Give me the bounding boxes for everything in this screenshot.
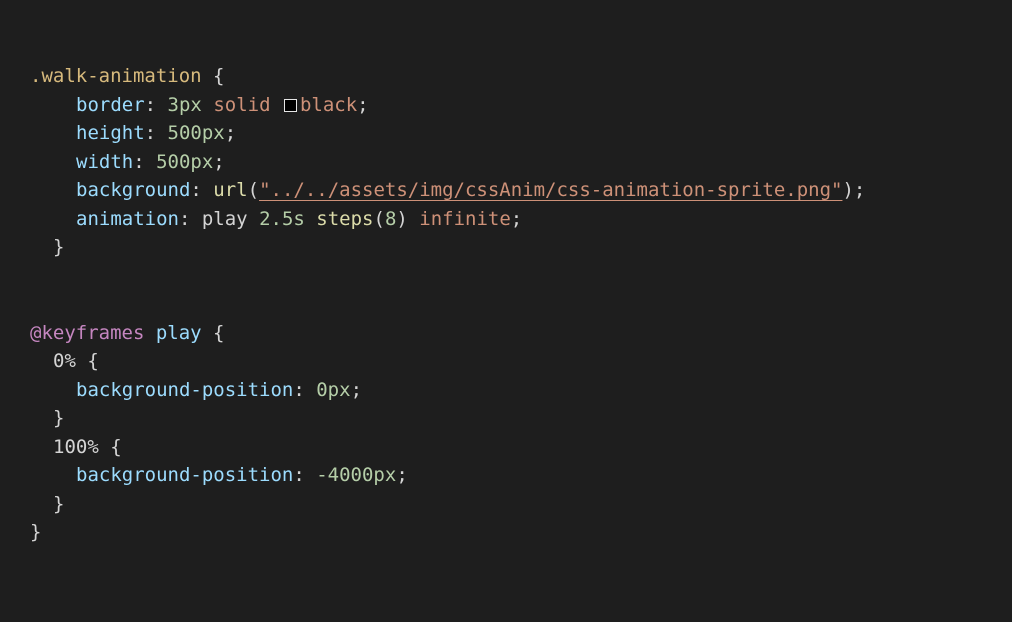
at-rule-keyword: @keyframes — [30, 321, 145, 344]
code-line-6: animation: play 2.5s steps(8) infinite; — [76, 207, 523, 230]
property-name: animation — [76, 207, 179, 230]
close-brace: } — [30, 521, 42, 543]
code-line-17: } — [30, 518, 865, 547]
animation-name: play — [201, 207, 248, 230]
property-name: height — [76, 122, 145, 144]
color-value: black — [299, 93, 358, 116]
property-name: width — [76, 150, 134, 173]
function-name: url — [213, 179, 248, 201]
css-selector: .walk-animation — [30, 65, 202, 87]
code-line-1: .walk-animation { — [30, 62, 865, 91]
code-line-13: } — [30, 404, 865, 433]
property-name: background-position — [76, 464, 294, 486]
property-name: background — [76, 179, 191, 201]
close-brace: } — [53, 236, 65, 258]
code-editor[interactable]: .walk-animation { border: 3px solid blac… — [0, 0, 1012, 622]
number-value: 8 — [384, 207, 397, 230]
code-line-4: width: 500px; — [76, 150, 225, 173]
property-name: background-position — [76, 378, 294, 401]
code-line-16: } — [30, 490, 865, 519]
number-value: -4000px — [316, 464, 397, 486]
keyframes-name: play — [155, 321, 202, 344]
property-name: border — [76, 93, 145, 116]
code-line-3: height: 500px; — [76, 122, 237, 144]
code-line-14: 100% { — [53, 435, 122, 458]
function-name: steps — [316, 207, 374, 230]
code-line-2: border: 3px solid black; — [76, 93, 369, 116]
code-line-7: } — [30, 233, 865, 262]
close-brace: } — [53, 492, 65, 515]
code-line-12: background-position: 0px; — [76, 378, 363, 401]
code-line-15: background-position: -4000px; — [76, 464, 408, 486]
number-value: 500px — [167, 122, 225, 144]
color-swatch-icon[interactable] — [283, 98, 297, 112]
keyword-value: solid — [213, 93, 271, 116]
code-line-5: background: url("../../assets/img/cssAni… — [76, 179, 866, 201]
keyframe-selector: 0% — [53, 350, 76, 372]
number-value: 3px — [167, 93, 202, 116]
number-value: 0px — [316, 378, 351, 401]
number-value: 500px — [156, 150, 214, 173]
number-value: 2.5s — [259, 207, 305, 230]
code-line-10: @keyframes play { — [30, 319, 865, 348]
keyframe-selector: 100% — [53, 435, 99, 458]
open-brace: { — [201, 321, 225, 344]
code-line-11: 0% { — [53, 350, 99, 372]
code-content: .walk-animation { border: 3px solid blac… — [30, 62, 865, 547]
keyword-value: infinite — [419, 207, 511, 230]
close-brace: } — [53, 407, 65, 429]
open-brace: { — [201, 65, 225, 87]
url-link[interactable]: "../../assets/img/cssAnim/css-animation-… — [259, 179, 842, 201]
